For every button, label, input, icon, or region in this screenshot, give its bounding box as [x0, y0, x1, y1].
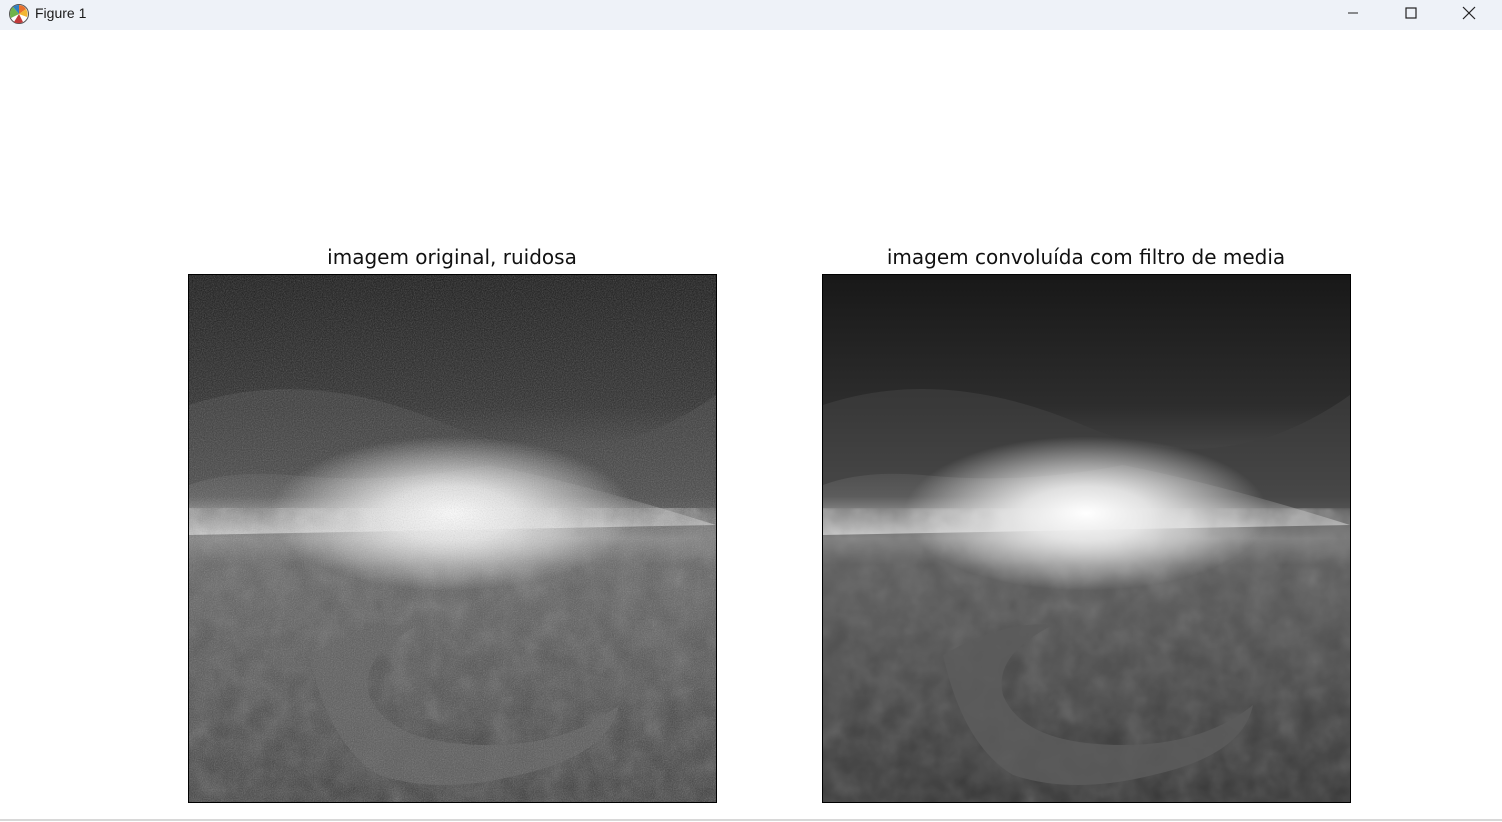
subplot-title-original: imagem original, ruidosa — [327, 245, 577, 269]
maximize-icon — [1405, 7, 1417, 19]
matplotlib-logo-icon — [8, 3, 30, 25]
close-button[interactable] — [1440, 0, 1498, 26]
minimize-icon — [1347, 7, 1359, 19]
axes-original-image — [188, 274, 717, 803]
grayscale-landscape-smoothed-image — [823, 275, 1350, 802]
window-bottom-border — [0, 819, 1502, 821]
title-bar[interactable]: Figure 1 — [0, 0, 1502, 30]
minimize-button[interactable] — [1324, 0, 1382, 26]
window-title: Figure 1 — [35, 5, 87, 21]
maximize-button[interactable] — [1382, 0, 1440, 26]
figure-window: Figure 1 imagem original, ruidosa imagem… — [0, 0, 1502, 822]
close-icon — [1462, 6, 1476, 20]
axes-filtered-image — [822, 274, 1351, 803]
grayscale-landscape-noisy-image — [189, 275, 716, 802]
subplot-title-filtered: imagem convoluída com filtro de media — [886, 245, 1286, 269]
